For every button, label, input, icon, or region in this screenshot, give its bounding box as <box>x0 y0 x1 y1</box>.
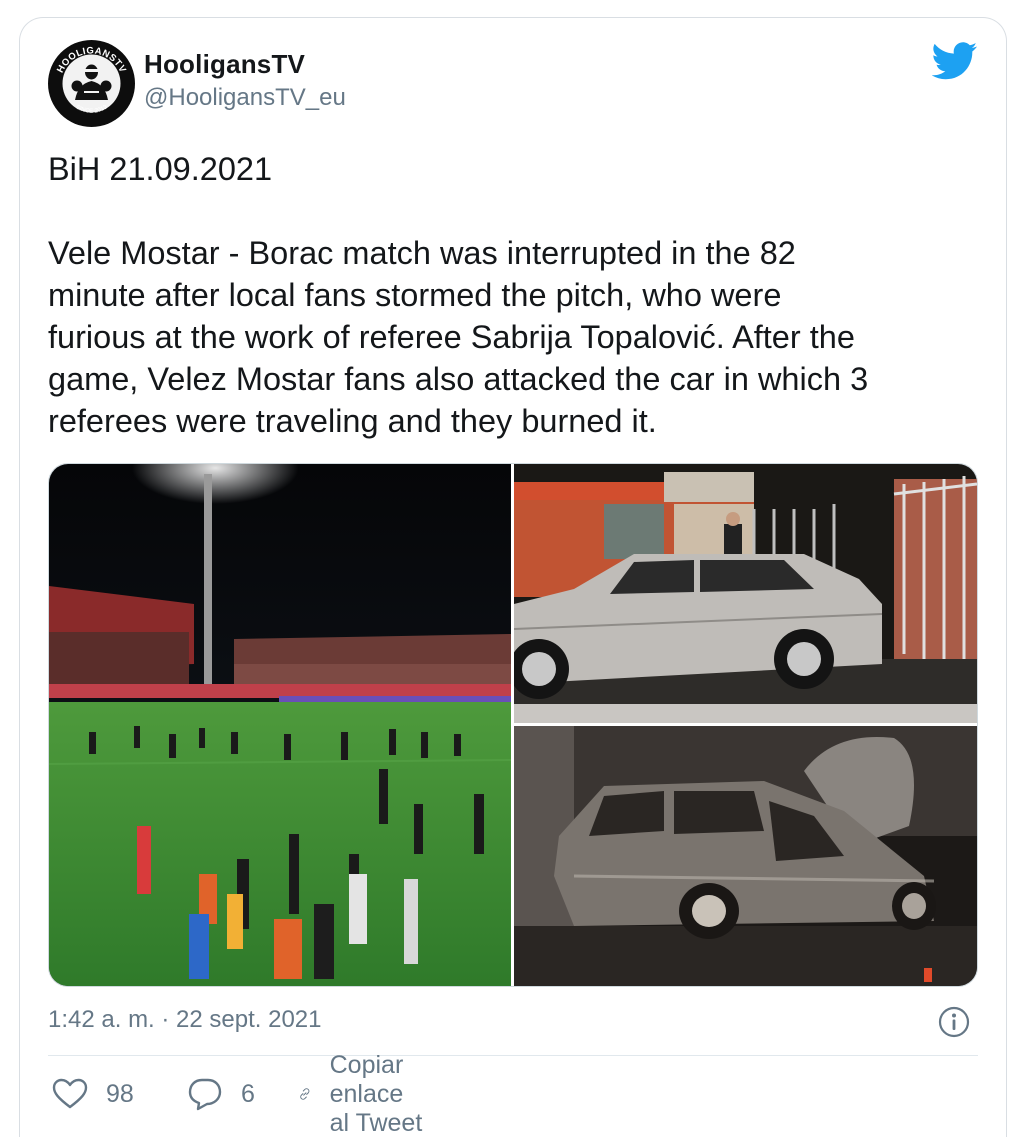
copy-link-button[interactable]: Copiar enlace al Tweet <box>298 1051 426 1137</box>
hooligans-logo: HOOLIGANSTV SINCE 2013 <box>49 41 134 126</box>
tweet-timestamp[interactable]: 1:42 a. m. · 22 sept. 2021 <box>48 1006 322 1034</box>
tweet-text-line: BiH 21.09.2021 <box>48 151 273 187</box>
photo-stadium-pitch[interactable] <box>49 464 511 986</box>
like-button[interactable]: 98 <box>52 1074 134 1114</box>
tweet-text-line: referees were traveling and they burned … <box>48 403 657 439</box>
like-count: 98 <box>106 1079 134 1108</box>
twitter-bird-icon[interactable] <box>932 42 978 80</box>
copy-link-label: Copiar enlace al Tweet <box>329 1050 423 1137</box>
tweet-text-line: game, Velez Mostar fans also attacked th… <box>48 361 869 397</box>
info-icon[interactable] <box>938 1006 970 1038</box>
photo-referee-car[interactable] <box>514 464 977 723</box>
divider <box>48 1055 978 1056</box>
user-handle[interactable]: @HooligansTV_eu <box>144 84 346 112</box>
speech-bubble-icon <box>188 1078 222 1111</box>
display-name[interactable]: HooligansTV <box>144 49 305 80</box>
tweet-text-line: Vele Mostar - Borac match was interrupte… <box>48 235 796 271</box>
link-icon <box>300 1088 310 1100</box>
media-grid <box>48 463 978 987</box>
reply-count: 6 <box>241 1079 255 1108</box>
tweet-text: BiH 21.09.2021 Vele Mostar - Borac match… <box>48 148 978 442</box>
tweet-text-line: furious at the work of referee Sabrija T… <box>48 319 855 355</box>
tweet-text-line: minute after local fans stormed the pitc… <box>48 277 782 313</box>
heart-icon <box>52 1078 88 1109</box>
photo-burned-car[interactable] <box>514 726 977 986</box>
reply-button[interactable]: 6 <box>187 1074 255 1114</box>
avatar[interactable]: HOOLIGANSTV SINCE 2013 <box>48 40 135 127</box>
